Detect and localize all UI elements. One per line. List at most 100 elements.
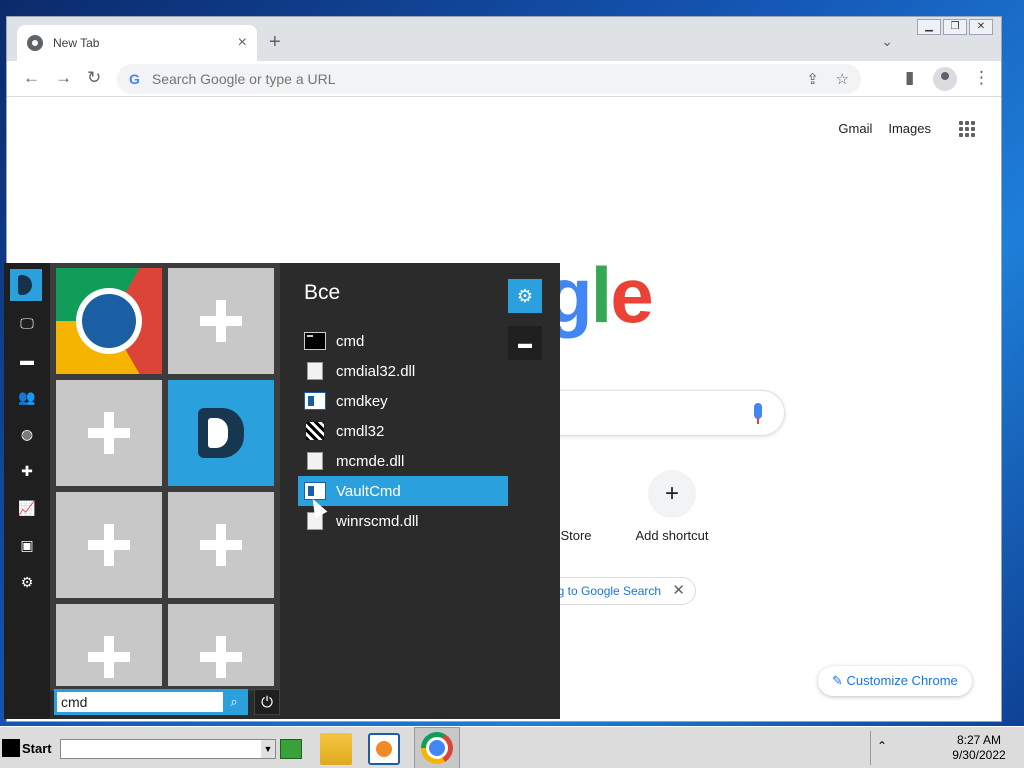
chrome-favicon-icon [27,35,43,51]
file-explorer-icon[interactable] [320,733,352,765]
tile-chrome[interactable] [56,268,162,374]
start-label: Start [22,740,52,756]
plus-icon [216,300,226,342]
media-player-icon[interactable] [368,733,400,765]
minimize-icon[interactable]: ▁ [917,19,941,35]
pencil-icon: ✎ [832,673,843,688]
gmail-link[interactable]: Gmail [838,121,872,136]
plus-icon [104,412,114,454]
tray-expand-chevron-icon[interactable]: ⌃ [877,739,887,753]
results-title: Все [304,281,341,304]
puzzle-icon[interactable]: ✚ [4,463,50,480]
profile-avatar[interactable] [933,67,957,91]
result-item[interactable]: cmdl32 [298,416,508,446]
result-item[interactable]: winrscmd.dll [298,506,508,536]
app-logo-icon[interactable] [10,269,42,301]
result-label: winrscmd.dll [336,512,419,530]
forward-arrow-icon[interactable]: → [55,69,72,87]
monitor-icon[interactable]: 🖵 [4,315,50,332]
results-list: cmd cmdial32.dll cmdkey cmdl32 mcmde.dll… [298,326,508,536]
power-icon[interactable]: ⏻ [254,689,280,715]
open-folder-icon[interactable]: ▬ [508,326,542,360]
console-icon [304,332,326,350]
result-item[interactable]: mcmde.dll [298,446,508,476]
dll-file-icon [307,362,323,380]
users-icon[interactable]: 👥 [4,389,50,406]
start-search-input[interactable] [57,692,223,712]
tile-add[interactable] [56,492,162,598]
folder-icon[interactable]: ▬ [4,352,50,368]
dropdown-arrow-icon[interactable]: ▼ [261,740,275,758]
menu-kebab-icon[interactable]: ⋮ [973,69,990,87]
tile-add[interactable] [56,380,162,486]
close-window-icon[interactable]: ✕ [969,19,993,35]
side-panel-icon[interactable]: ▮ [905,69,914,87]
customize-chrome-button[interactable]: ✎ Customize Chrome [818,666,972,696]
start-search-bar: ⌕ [54,689,248,715]
result-label: cmd [336,332,365,350]
reload-icon[interactable]: ↻ [87,69,101,87]
taskbar-chrome-button[interactable] [414,727,460,768]
shortcut-store-label: Store [560,528,592,543]
search-results-panel: Все ⚙ ▬ cmd cmdial32.dll cmdkey cmdl32 m… [282,263,560,719]
start-button[interactable]: Start [2,735,56,761]
plus-icon [104,524,114,566]
add-shortcut-label: Add shortcut [635,528,709,543]
display-icon[interactable]: ▣ [4,537,50,554]
result-item[interactable]: cmdial32.dll [298,356,508,386]
google-apps-icon[interactable] [959,121,975,137]
tile-add[interactable] [168,492,274,598]
microphone-icon[interactable] [754,403,762,424]
taskbar: Start ▼ ⌃ 8:27 AM 9/30/2022 [0,726,1024,768]
clock[interactable]: 8:27 AM 9/30/2022 [937,733,1021,763]
search-chip[interactable]: ng to Google Search ✕ [540,577,696,605]
activity-chart-icon[interactable]: 📈 [4,500,50,517]
clock-date: 9/30/2022 [952,748,1006,762]
close-tab-icon[interactable]: × [238,34,247,52]
result-item-selected[interactable]: VaultCmd [298,476,508,506]
settings-gear-icon[interactable]: ⚙ [4,574,50,591]
new-tab-plus-icon[interactable]: + [269,31,281,54]
add-plus-icon: + [648,470,696,518]
result-label: cmdial32.dll [336,362,416,380]
tab-search-chevron-icon[interactable]: ⌄ [881,33,893,50]
omnibox[interactable]: G ⇪ ☆ [117,64,861,94]
tile-add[interactable] [168,604,274,686]
exe-icon [306,422,324,440]
bookmark-star-icon[interactable]: ☆ [836,70,849,88]
add-shortcut[interactable]: + Add shortcut [626,470,718,543]
plus-icon [216,636,226,678]
tab-title: New Tab [53,36,100,50]
app-logo-icon [198,408,244,458]
share-icon[interactable]: ⇪ [806,70,819,88]
key-window-icon [304,392,326,410]
restore-icon[interactable]: ❐ [943,19,967,35]
back-arrow-icon[interactable]: ← [23,69,40,87]
result-item[interactable]: cmdkey [298,386,508,416]
browser-toolbar: ← → ↻ G ⇪ ☆ ▮ ⋮ [7,61,1001,97]
result-label: mcmde.dll [336,452,405,470]
omnibox-input[interactable] [151,71,792,87]
chip-text: ng to Google Search [551,584,662,598]
tile-add[interactable] [168,268,274,374]
tile-add[interactable] [56,604,162,686]
chrome-icon [421,732,453,764]
result-item[interactable]: cmd [298,326,508,356]
chip-close-icon[interactable]: ✕ [672,582,685,599]
tab-strip: New Tab × + ⌄ ▁ ❐ ✕ [7,17,1001,61]
tab-new-tab[interactable]: New Tab × [17,25,257,61]
images-link[interactable]: Images [888,121,931,136]
start-menu-sidebar: 🖵 ▬ 👥 ◍ ✚ 📈 ▣ ⚙ [4,263,50,719]
settings-gear-icon[interactable]: ⚙ [508,279,542,313]
taskbar-address-combo[interactable]: ▼ [60,739,276,759]
network-icon[interactable]: ◍ [4,426,50,443]
start-logo-icon [2,739,20,757]
ntp-header-links: Gmail Images [838,121,931,136]
clock-time: 8:27 AM [956,733,1002,747]
start-menu: 🖵 ▬ 👥 ◍ ✚ 📈 ▣ ⚙ cmd ⌕ ⏻ Все ⚙ ▬ cmd cmdi… [4,263,560,719]
search-icon[interactable]: ⌕ [223,692,245,712]
switch-windows-icon[interactable] [280,739,302,759]
result-label: VaultCmd [336,482,401,500]
result-label: cmdkey [336,392,388,410]
tile-app-logo[interactable] [168,380,274,486]
